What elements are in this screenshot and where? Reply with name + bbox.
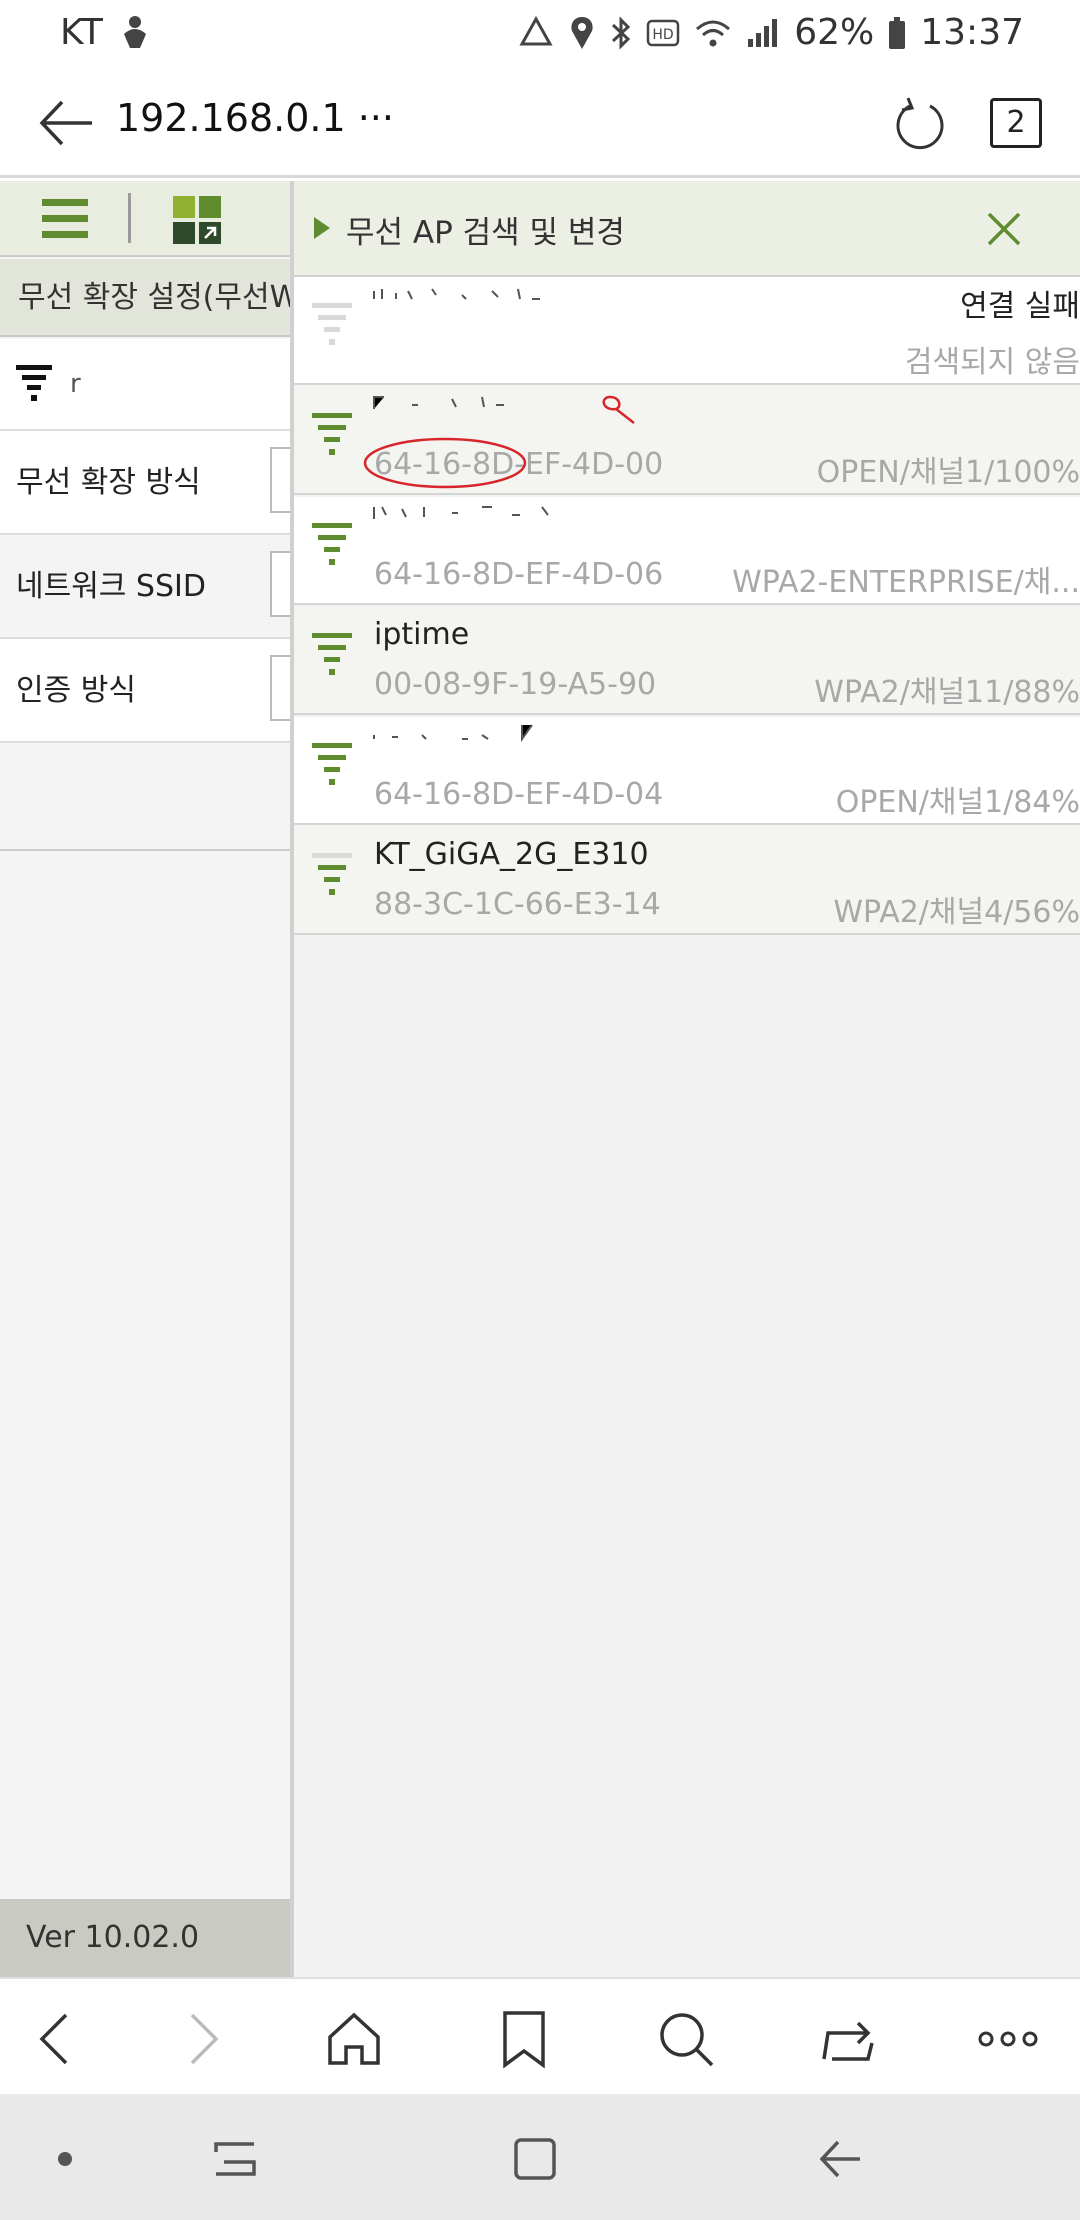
redacted-ssid — [372, 721, 552, 743]
status-bar: KT HD 62% 13:37 — [0, 0, 1080, 66]
current-ssid-text: r — [70, 369, 81, 399]
close-icon[interactable] — [984, 209, 1024, 249]
toolbar-divider — [128, 193, 131, 243]
ap-info: WPA2-ENTERPRISE/채... — [732, 565, 1080, 600]
hd-icon: HD — [646, 19, 680, 47]
recycle-icon — [518, 15, 554, 50]
clock: 13:37 — [920, 12, 1024, 53]
network-ssid-field[interactable] — [270, 551, 292, 617]
ap-item[interactable]: 64-16-8D-EF-4D-04 OPEN/채널1/84% — [294, 717, 1080, 825]
current-ssid-row[interactable]: r — [0, 339, 292, 431]
tab-count-button[interactable]: 2 — [990, 98, 1042, 148]
more-icon[interactable] — [968, 1999, 1048, 2079]
ap-mac: 64-16-8D-EF-4D-04 — [374, 777, 664, 812]
wifi-signal-icon — [310, 297, 354, 349]
triangle-icon — [312, 215, 332, 241]
wifi-signal-icon — [310, 847, 354, 899]
bluetooth-icon — [610, 15, 632, 51]
location-icon — [568, 15, 596, 51]
ap-info: WPA2/채널4/56% — [833, 895, 1080, 930]
ap-ssid: KT_GiGA_2G_E310 — [374, 837, 649, 872]
home-nav-icon[interactable] — [500, 2124, 570, 2194]
url-text[interactable]: 192.168.0.1 ··· — [116, 96, 394, 140]
auth-method-row: 인증 방식 — [0, 639, 292, 743]
reload-icon[interactable] — [894, 94, 950, 152]
ap-mac: 88-3C-1C-66-E3-14 — [374, 887, 661, 922]
extension-mode-field[interactable] — [270, 447, 292, 513]
forward-icon[interactable] — [164, 1999, 244, 2079]
ap-item[interactable]: iptime 00-08-9F-19-A5-90 WPA2/채널11/88% — [294, 607, 1080, 715]
ap-item[interactable]: 64-16-8D-EF-4D-00 OPEN/채널1/100% — [294, 387, 1080, 495]
ap-ssid: iptime — [374, 617, 470, 652]
back-nav-icon[interactable] — [806, 2124, 876, 2194]
ap-mac: 64-16-8D-EF-4D-06 — [374, 557, 664, 592]
panel-header: 무선 AP 검색 및 변경 — [294, 181, 1080, 277]
redacted-ssid — [372, 285, 552, 303]
wifi-signal-icon — [14, 361, 54, 405]
system-nav-bar — [0, 2094, 1080, 2220]
carrier-label: KT — [60, 12, 103, 53]
ap-item[interactable]: 연결 실패 검색되지 않음 — [294, 277, 1080, 385]
battery-percent: 62% — [794, 12, 875, 53]
ap-item[interactable]: 64-16-8D-EF-4D-06 WPA2-ENTERPRISE/채... — [294, 497, 1080, 605]
nav-dot-icon[interactable] — [30, 2124, 100, 2194]
bookmark-icon[interactable] — [484, 1999, 564, 2079]
auth-method-label: 인증 방식 — [16, 673, 136, 708]
menu-icon[interactable] — [40, 195, 90, 243]
redacted-ssid — [372, 503, 572, 521]
wifi-icon — [694, 17, 732, 49]
search-icon[interactable] — [646, 1999, 726, 2079]
signal-icon — [746, 17, 780, 49]
ap-status: 연결 실패 — [960, 289, 1080, 324]
dashboard-icon[interactable] — [172, 195, 222, 245]
wifi-signal-icon — [310, 517, 354, 569]
wifi-signal-icon — [310, 407, 354, 459]
wifi-signal-icon — [310, 737, 354, 789]
router-settings-page: 무선 확장 설정(무선W r 무선 확장 방식 네트워크 SSID 인증 방식 … — [0, 181, 292, 1977]
network-ssid-label: 네트워크 SSID — [16, 569, 206, 604]
wifi-signal-icon — [310, 627, 354, 679]
ap-info: 검색되지 않음 — [904, 345, 1080, 380]
page-toolbar — [0, 181, 292, 257]
browser-url-bar: 192.168.0.1 ··· 2 — [0, 66, 1080, 178]
back-icon[interactable] — [14, 1999, 94, 2079]
page-title: 무선 확장 설정(무선W — [0, 259, 292, 337]
back-arrow-icon[interactable] — [36, 96, 96, 150]
extension-mode-row: 무선 확장 방식 — [0, 431, 292, 535]
redacted-ssid — [372, 393, 522, 411]
network-ssid-row: 네트워크 SSID — [0, 535, 292, 639]
battery-icon — [888, 16, 906, 50]
browser-toolbar — [0, 1977, 1080, 2094]
svg-text:HD: HD — [653, 27, 674, 43]
ap-info: OPEN/채널1/84% — [835, 785, 1080, 820]
panel-title: 무선 AP 검색 및 변경 — [346, 215, 625, 251]
ap-info: WPA2/채널11/88% — [814, 675, 1080, 710]
ap-item[interactable]: KT_GiGA_2G_E310 88-3C-1C-66-E3-14 WPA2/채… — [294, 827, 1080, 935]
redaction-mask — [86, 369, 256, 389]
extension-mode-label: 무선 확장 방식 — [16, 465, 201, 500]
share-icon[interactable] — [808, 1999, 888, 2079]
version-label: Ver 10.02.0 — [0, 1899, 292, 1977]
empty-row — [0, 743, 292, 851]
usb-debug-icon — [118, 14, 152, 50]
recents-icon[interactable] — [200, 2124, 270, 2194]
annotation-mark — [594, 393, 638, 429]
annotation-circle — [360, 433, 530, 493]
ap-scan-panel: 무선 AP 검색 및 변경 연결 실패 검색되지 않음 64-16-8D-EF-… — [290, 181, 1080, 1977]
ap-info: OPEN/채널1/100% — [816, 455, 1080, 490]
ap-mac: 00-08-9F-19-A5-90 — [374, 667, 657, 702]
auth-method-field[interactable] — [270, 655, 292, 721]
home-icon[interactable] — [314, 1999, 394, 2079]
